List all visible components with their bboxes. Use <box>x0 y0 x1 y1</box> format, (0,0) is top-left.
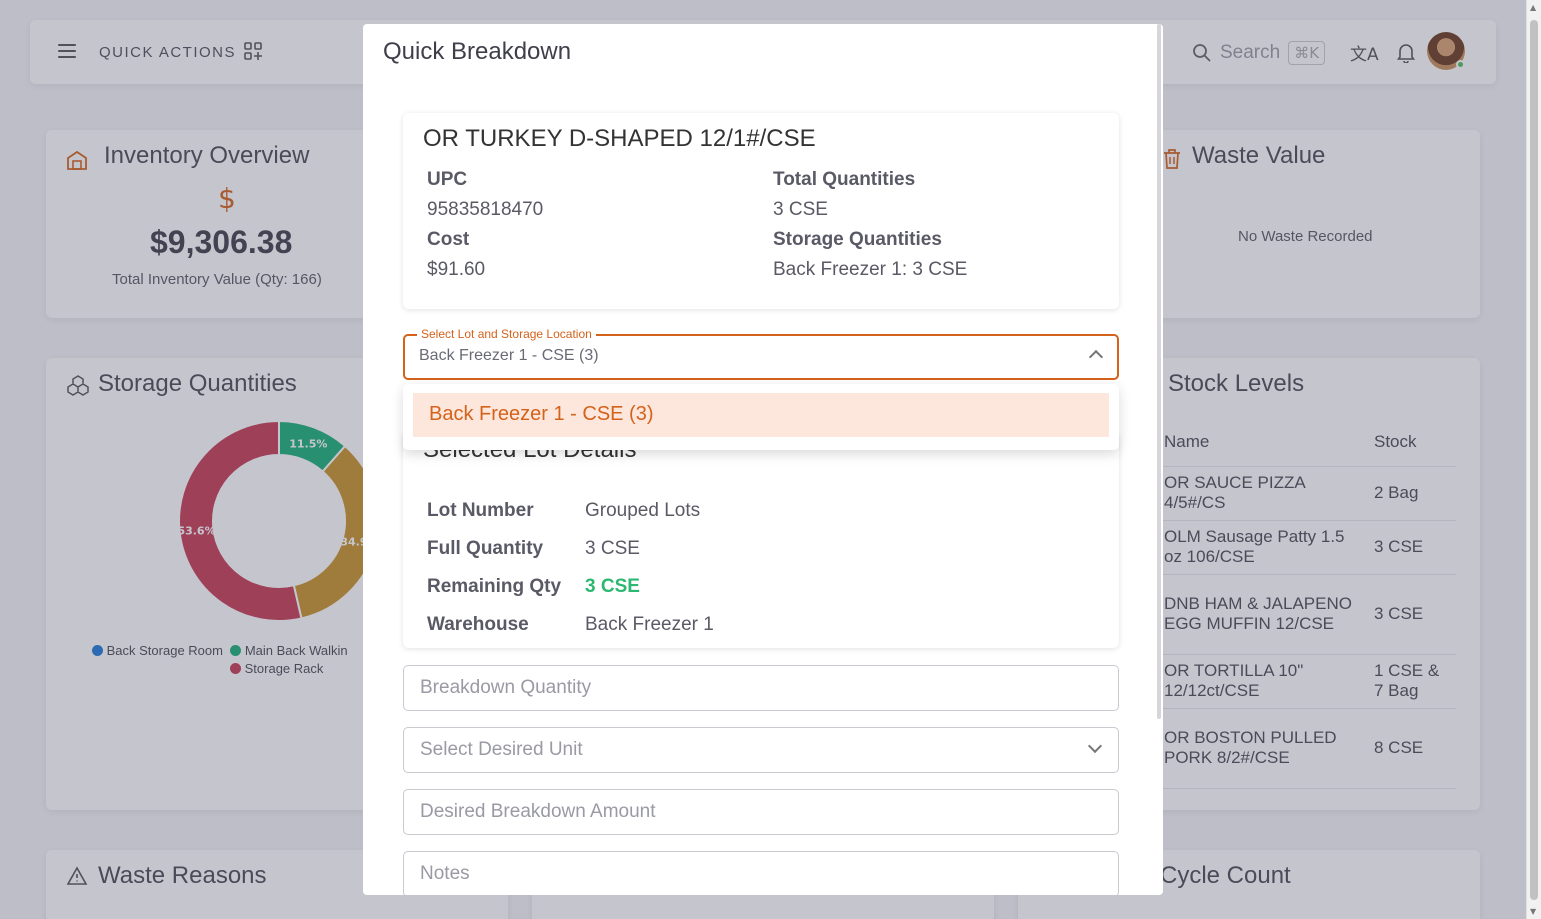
full-quantity-label: Full Quantity <box>427 538 544 559</box>
cost-label: Cost <box>427 229 470 250</box>
product-name: OR TURKEY D-SHAPED 12/1#/CSE <box>423 125 816 152</box>
chevron-up-icon[interactable] <box>1088 349 1104 365</box>
desired-breakdown-amount-placeholder: Desired Breakdown Amount <box>420 801 656 822</box>
total-quantities-label: Total Quantities <box>773 169 916 190</box>
chevron-down-icon[interactable] <box>1087 738 1103 754</box>
breakdown-quantity-placeholder: Breakdown Quantity <box>420 677 592 698</box>
lot-location-select-value: Back Freezer 1 - CSE (3) <box>419 347 599 364</box>
storage-quantities-value: Back Freezer 1: 3 CSE <box>773 259 968 280</box>
lot-number-label: Lot Number <box>427 500 534 521</box>
scroll-up-arrow-icon[interactable]: ▲ <box>1530 3 1536 12</box>
full-quantity-value: 3 CSE <box>585 538 640 559</box>
scrollbar-thumb[interactable] <box>1530 20 1538 900</box>
lot-location-select-label: Select Lot and Storage Location <box>417 327 596 341</box>
storage-quantities-label: Storage Quantities <box>773 229 942 250</box>
quick-breakdown-modal: Quick Breakdown OR TURKEY D-SHAPED 12/1#… <box>363 24 1163 895</box>
desired-breakdown-amount-input[interactable]: Desired Breakdown Amount <box>403 789 1119 835</box>
modal-scrollbar[interactable] <box>1157 24 1161 719</box>
total-quantities-value: 3 CSE <box>773 199 828 220</box>
warehouse-label: Warehouse <box>427 614 529 635</box>
cost-value: $91.60 <box>427 259 486 280</box>
remaining-qty-label: Remaining Qty <box>427 576 562 597</box>
lot-location-dropdown: Back Freezer 1 - CSE (3) <box>403 384 1119 450</box>
lot-location-select[interactable]: Select Lot and Storage Location Back Fre… <box>403 327 1119 380</box>
desired-unit-select[interactable]: Select Desired Unit <box>403 727 1119 773</box>
scroll-down-arrow-icon[interactable]: ▼ <box>1530 907 1536 916</box>
modal-title: Quick Breakdown <box>383 38 572 65</box>
dropdown-option[interactable]: Back Freezer 1 - CSE (3) <box>413 393 1109 437</box>
warehouse-value: Back Freezer 1 <box>585 614 714 635</box>
remaining-qty-value: 3 CSE <box>585 576 640 597</box>
product-summary-panel: OR TURKEY D-SHAPED 12/1#/CSE UPC 9583581… <box>403 113 1119 309</box>
notes-input[interactable]: Notes <box>403 851 1119 895</box>
upc-value: 95835818470 <box>427 199 544 220</box>
notes-placeholder: Notes <box>420 863 470 884</box>
page-scrollbar[interactable]: ▲ ▼ <box>1526 0 1541 919</box>
selected-lot-details-panel: Selected Lot Details Lot Number Grouped … <box>403 432 1119 648</box>
lot-number-value: Grouped Lots <box>585 500 701 521</box>
desired-unit-placeholder: Select Desired Unit <box>420 739 583 760</box>
upc-label: UPC <box>427 169 468 190</box>
breakdown-quantity-input[interactable]: Breakdown Quantity <box>403 665 1119 711</box>
